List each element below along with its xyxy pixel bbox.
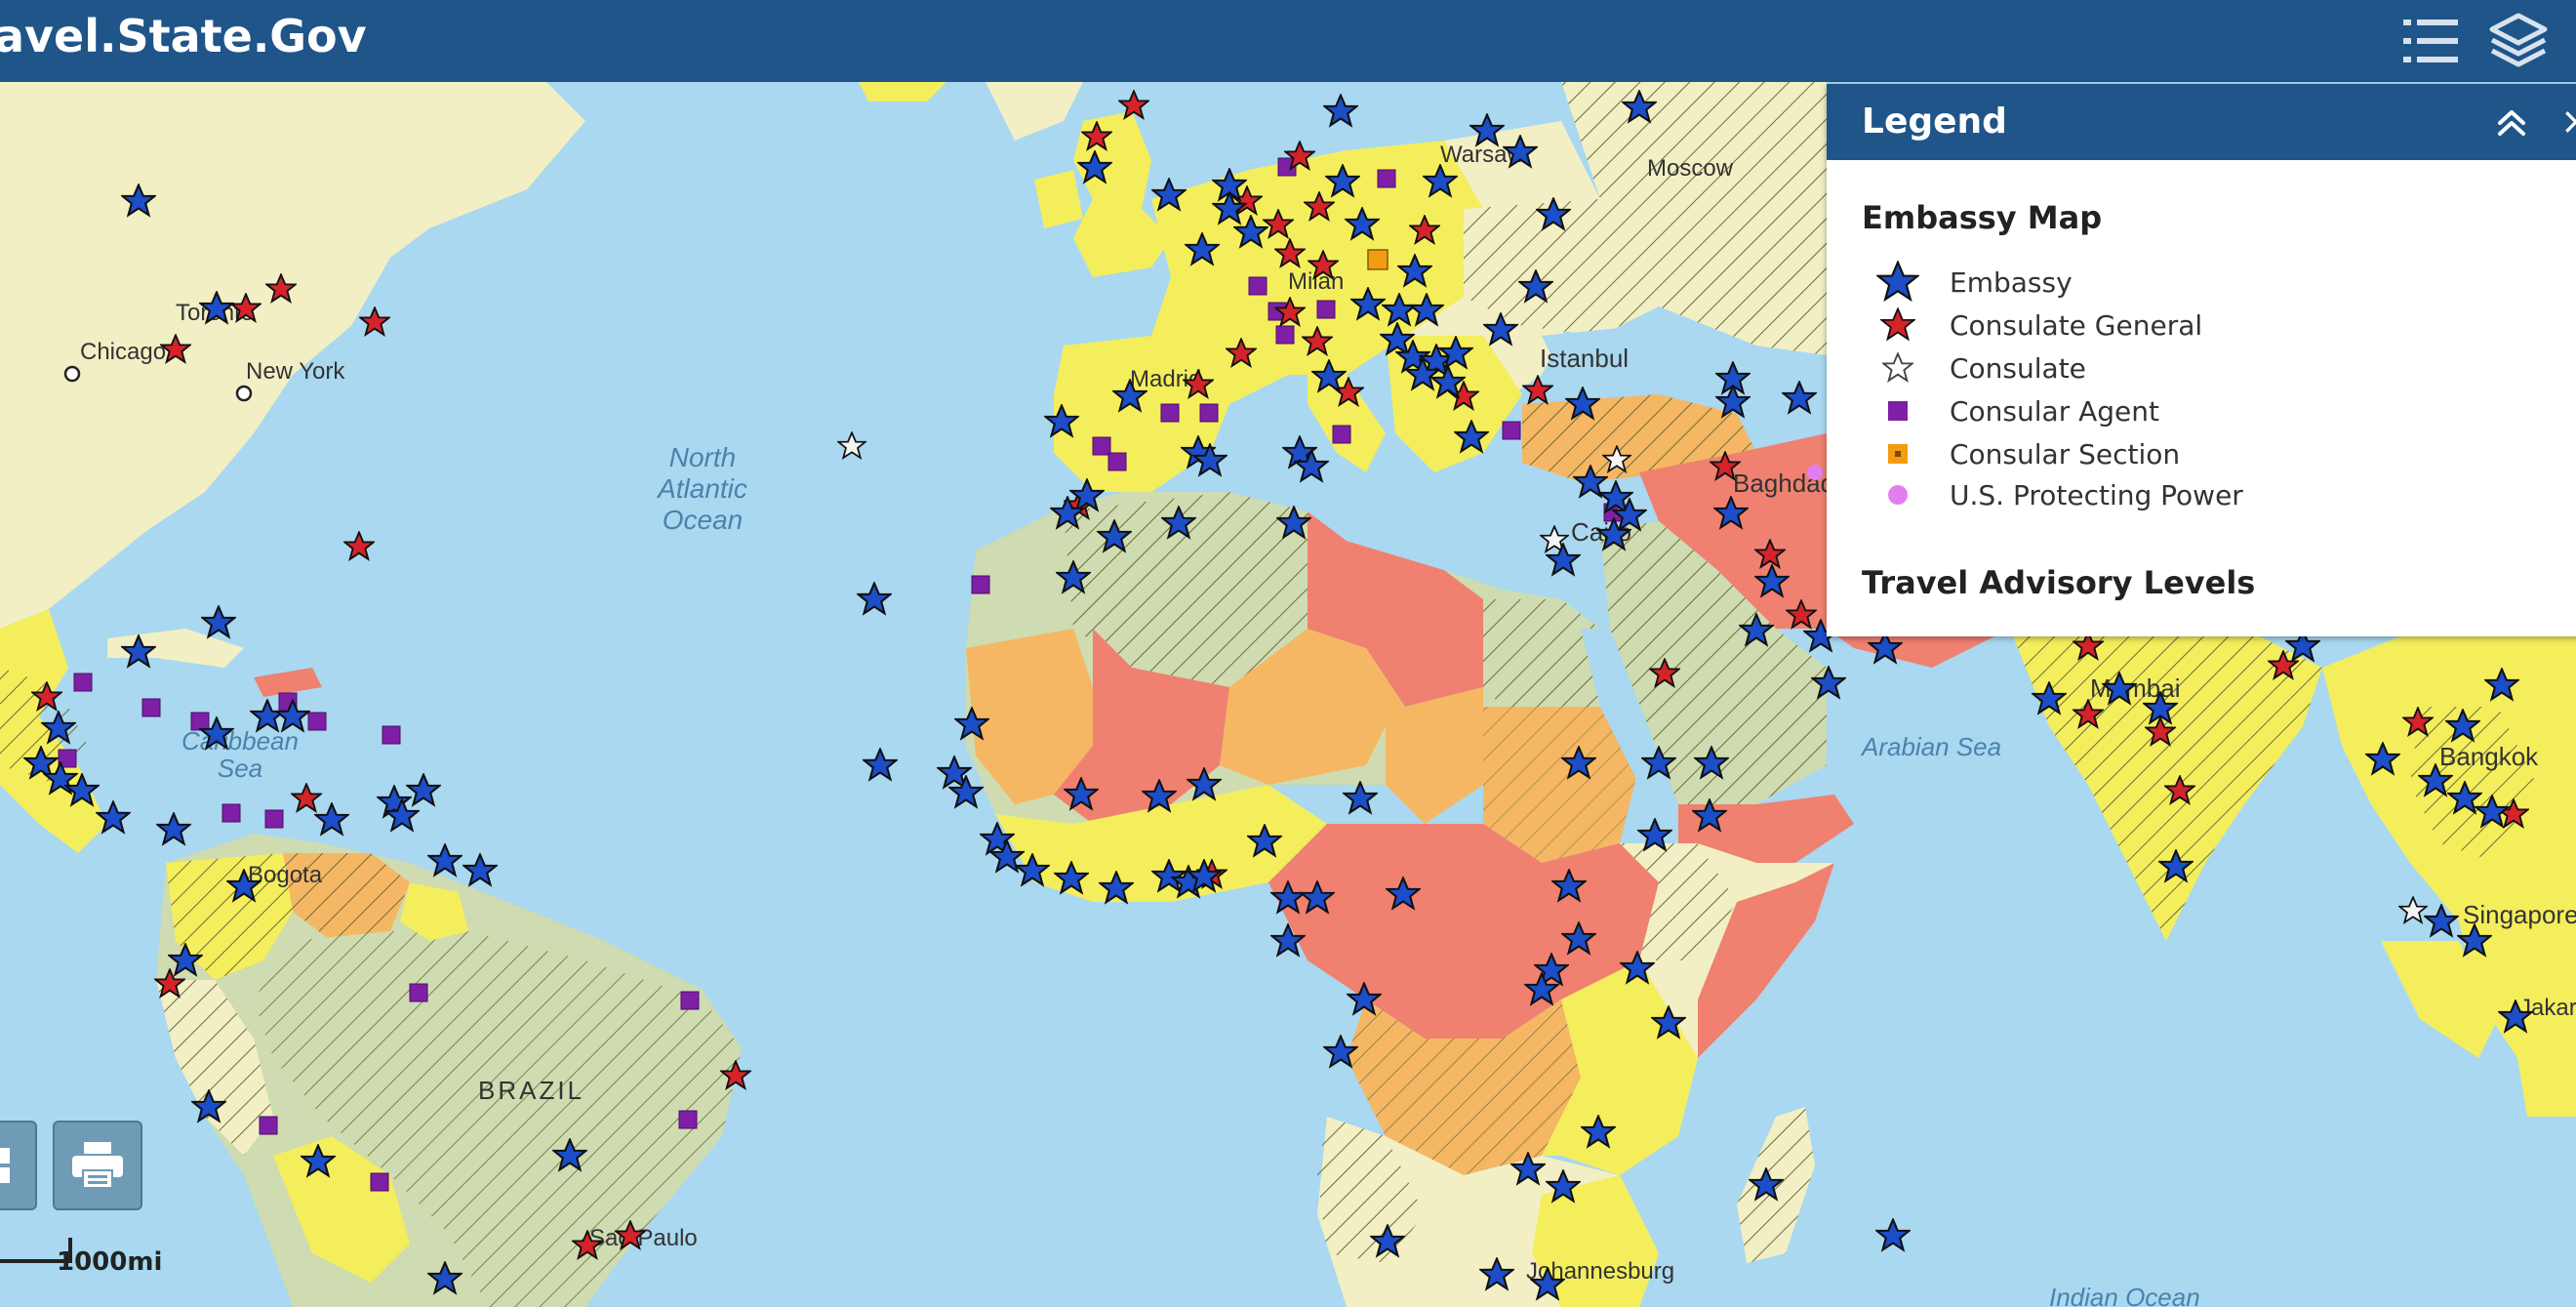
ocean-label-north-atlantic: Atlantic [656,473,747,504]
close-icon[interactable]: × [2560,100,2576,143]
purple-square-icon [1875,390,1920,431]
legend-item-embassy: Embassy [1875,261,2073,303]
place-label: Chicago [80,339,166,365]
orange-square-icon [1875,433,1920,474]
grid-icon [0,1148,10,1183]
legend-label: Consular Section [1950,437,2181,470]
legend-advisory-title: Travel Advisory Levels [1862,564,2256,601]
list-button[interactable] [2396,8,2465,74]
legend-panel: Legend × Embassy Map Embassy Consulate G… [1827,84,2576,636]
land-egypt-hatch [1483,599,1600,707]
place-label: BRAZIL [478,1076,584,1105]
legend-label: U.S. Protecting Power [1950,478,2243,511]
place-label: Moscow [1647,155,1734,182]
double-chevron-up-icon [2498,110,2525,136]
map-scale-label: 1000mi [57,1247,163,1277]
legend-title: Legend [1862,102,2007,142]
print-icon [72,1142,123,1189]
blue-star-icon [1875,261,1920,303]
ocean-label-arabian-sea: Arabian Sea [1860,732,2001,761]
layers-icon [2489,13,2548,67]
legend-label: Consulate General [1950,308,2203,342]
ocean-label-caribbean: Sea [218,754,262,783]
red-star-icon [1875,305,1920,346]
pink-circle-icon [1875,474,1920,515]
place-label: New York [246,358,345,385]
city-dot [235,385,253,402]
place-label: Mumbai [2090,674,2180,703]
place-label: Bogota [248,862,323,888]
city-dot [63,365,81,383]
legend-label: Consular Agent [1950,394,2159,428]
place-label: Bangkok [2439,742,2539,771]
legend-label: Embassy [1950,265,2073,299]
ocean-label-north-atlantic: Ocean [663,505,744,535]
legend-item-consulate-general: Consulate General [1875,305,2202,346]
legend-label: Consulate [1950,351,2086,385]
place-label: Istanbul [1540,344,1629,373]
print-button[interactable] [53,1121,142,1210]
legend-item-protecting-power: U.S. Protecting Power [1875,474,2243,515]
app-title: avel.State.Gov [0,10,367,62]
legend-item-consular-agent: Consular Agent [1875,390,2159,431]
legend-item-consular-section: Consular Section [1875,433,2180,474]
white-star-icon [1875,347,1920,388]
place-label: Sao Paulo [589,1225,698,1251]
grid-button[interactable] [0,1121,37,1210]
list-icon [2403,20,2458,62]
legend-collapse-button[interactable] [2490,102,2533,144]
legend-header: Legend × [1827,84,2576,160]
ocean-label-indian-ocean: Indian Ocean [2049,1283,2200,1307]
legend-item-consulate: Consulate [1875,347,2086,388]
consular-section-marker[interactable] [1367,249,1389,270]
legend-section-title: Embassy Map [1862,199,2103,236]
place-label: Singapore [2463,900,2576,929]
place-label: Jakarta [2519,995,2576,1021]
layers-button[interactable] [2484,8,2553,74]
ocean-label-north-atlantic: North [669,442,736,472]
land-indonesia-2 [2517,1058,2576,1117]
app-header: avel.State.Gov [0,0,2576,82]
